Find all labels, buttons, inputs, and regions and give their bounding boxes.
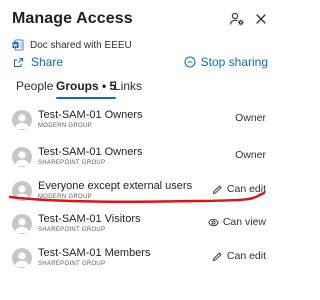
group-name: Everyone except external users [38, 180, 193, 192]
group-row[interactable]: Test-SAM-01 Members SHAREPOINT GROUP Can… [0, 242, 276, 280]
group-avatar-icon [12, 248, 32, 268]
panel-header: Manage Access [12, 8, 268, 34]
tab-groups[interactable]: Groups • 5 [56, 78, 117, 102]
shared-document-text: Doc shared with EEEU [30, 39, 132, 51]
word-doc-icon [12, 39, 24, 51]
pencil-icon [212, 184, 222, 194]
group-row[interactable]: Test-SAM-01 Visitors SHAREPOINT GROUP Ca… [0, 208, 276, 246]
stop-sharing-icon [184, 56, 196, 68]
group-name: Test-SAM-01 Visitors [38, 213, 141, 225]
group-avatar-icon [12, 147, 32, 167]
group-row[interactable]: Test-SAM-01 Owners MODERN GROUP Owner [0, 104, 276, 142]
group-permission[interactable]: Can view [208, 216, 266, 228]
stop-sharing-button[interactable]: Stop sharing [184, 55, 268, 69]
group-name: Test-SAM-01 Members [38, 247, 151, 259]
group-permission-label: Owner [235, 112, 266, 124]
group-permission[interactable]: Can edit [212, 183, 266, 195]
group-type: SHAREPOINT GROUP [38, 227, 106, 233]
group-permission-label: Owner [235, 149, 266, 161]
panel-title: Manage Access [12, 10, 133, 27]
stop-sharing-label: Stop sharing [200, 55, 268, 69]
tab-links[interactable]: Links [114, 78, 142, 102]
group-name: Test-SAM-01 Owners [38, 146, 143, 158]
share-button[interactable]: Share [12, 55, 63, 69]
group-type: SHAREPOINT GROUP [38, 261, 106, 267]
group-type: MODERN GROUP [38, 194, 92, 200]
tab-groups-label: Groups • 5 [56, 79, 117, 93]
tab-people[interactable]: People [16, 78, 53, 102]
eye-icon [208, 218, 219, 226]
share-label: Share [31, 55, 64, 69]
group-avatar-icon [12, 110, 32, 130]
action-row: Share Stop sharing [12, 55, 268, 73]
group-type: MODERN GROUP [38, 123, 92, 129]
group-type: SHAREPOINT GROUP [38, 160, 106, 166]
group-name: Test-SAM-01 Owners [38, 109, 143, 121]
share-icon [14, 57, 23, 67]
group-permission[interactable]: Can edit [212, 250, 266, 262]
shared-document-line: Doc shared with EEEU [12, 37, 132, 53]
group-permission-label: Can edit [226, 250, 266, 262]
group-permission[interactable]: Owner [235, 149, 266, 161]
close-icon[interactable] [252, 10, 270, 28]
group-permission-label: Can edit [226, 183, 266, 195]
pencil-icon [212, 251, 222, 261]
group-row[interactable]: Test-SAM-01 Owners SHAREPOINT GROUP Owne… [0, 141, 276, 179]
group-avatar-icon [12, 214, 32, 234]
group-avatar-icon [12, 181, 32, 201]
people-settings-icon[interactable] [228, 10, 246, 28]
selected-tab-indicator [56, 97, 117, 99]
group-permission[interactable]: Owner [235, 112, 266, 124]
group-permission-label: Can view [222, 216, 266, 228]
